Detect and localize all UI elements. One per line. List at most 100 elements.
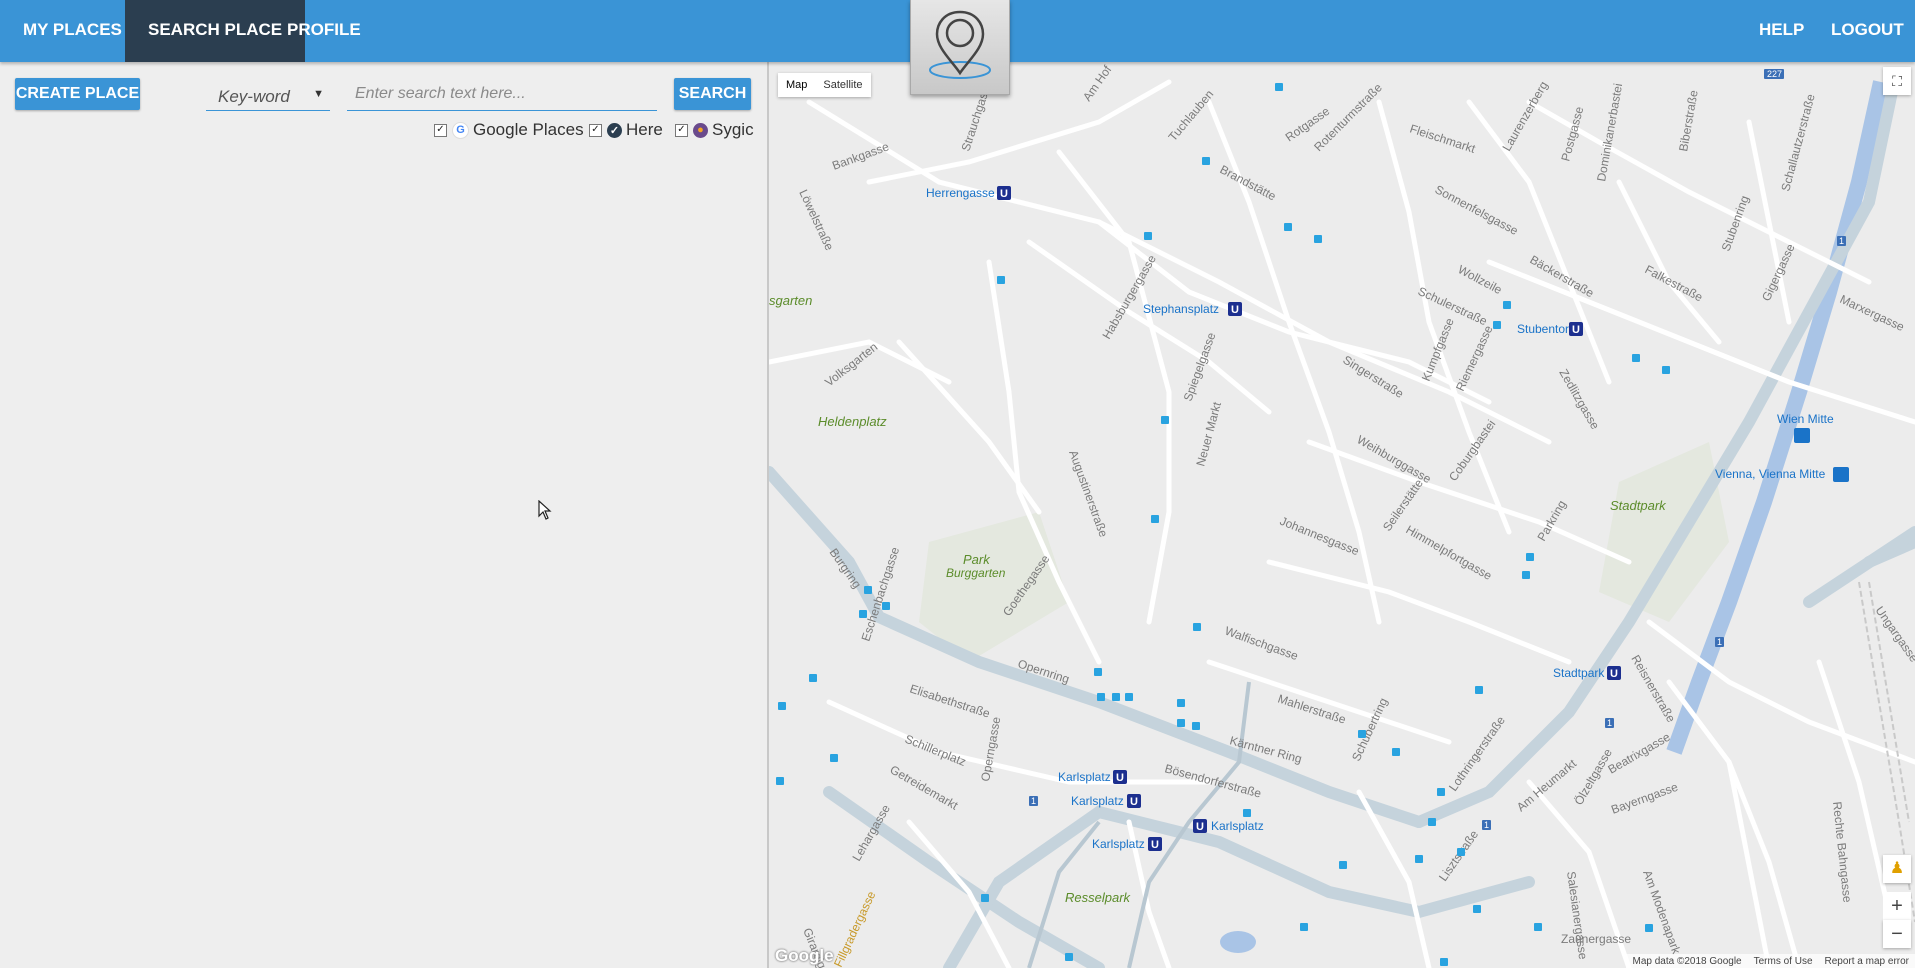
map-type-satellite-button[interactable]: Satellite bbox=[815, 73, 870, 97]
source-here[interactable]: ✓ ✓ Here bbox=[589, 120, 663, 140]
street-label: Falkestraße bbox=[1643, 262, 1706, 304]
street-label: Am Modenapark bbox=[1640, 868, 1684, 956]
search-input[interactable] bbox=[347, 77, 657, 111]
street-label: Zaunergasse bbox=[1561, 932, 1631, 946]
google-places-checkbox[interactable]: ✓ bbox=[434, 123, 447, 137]
google-icon: G bbox=[452, 121, 469, 139]
nav-logout[interactable]: LOGOUT bbox=[1808, 0, 1915, 62]
street-label: Operngasse bbox=[978, 715, 1003, 782]
map-canvas[interactable]: Bankgasse Strauchgasse Am Hof Tuchlauben… bbox=[769, 62, 1915, 968]
dropdown-caret-icon: ▼ bbox=[313, 88, 324, 100]
app-logo[interactable] bbox=[910, 0, 1010, 95]
street-label: Elisabethstraße bbox=[908, 682, 992, 721]
svg-text:1: 1 bbox=[1717, 637, 1722, 647]
park-label: Heldenplatz bbox=[818, 414, 887, 429]
station-label: Karlsplatz bbox=[1211, 819, 1264, 833]
street-label: Seilerstätte bbox=[1380, 476, 1426, 533]
park-label: sgarten bbox=[769, 293, 812, 308]
subway-badge: U bbox=[1151, 839, 1159, 851]
street-label: Salesianergasse bbox=[1564, 870, 1590, 960]
street-label: Marxergasse bbox=[1838, 292, 1907, 334]
street-label: Riemergasse bbox=[1453, 323, 1496, 393]
street-label: Schubertring bbox=[1349, 696, 1390, 764]
street-label: Reisnerstraße bbox=[1628, 653, 1678, 726]
street-label: Walfischgasse bbox=[1223, 624, 1300, 664]
nav-profile[interactable]: PROFILE bbox=[264, 0, 384, 62]
station-label: Karlsplatz bbox=[1071, 794, 1124, 808]
street-label: Dominikanerbastei bbox=[1594, 82, 1625, 182]
station-label: Stubentor bbox=[1517, 322, 1569, 336]
street-label: Schillerplatz bbox=[903, 732, 968, 769]
google-logo: Google bbox=[775, 946, 834, 965]
sygic-checkbox[interactable]: ✓ bbox=[675, 123, 688, 137]
here-icon: ✓ bbox=[607, 122, 622, 138]
source-label: Here bbox=[626, 120, 663, 139]
street-label: Kumpfgasse bbox=[1419, 316, 1457, 383]
street-label: Beatrixgasse bbox=[1606, 730, 1673, 777]
park-label: Park bbox=[963, 552, 991, 567]
street-label: Biberstraße bbox=[1676, 89, 1701, 153]
zoom-in-button[interactable]: + bbox=[1883, 892, 1911, 921]
search-button[interactable]: SEARCH bbox=[674, 78, 751, 110]
street-label: Zedlitzgasse bbox=[1556, 367, 1602, 433]
street-label: Rechte Bahngasse bbox=[1830, 801, 1855, 904]
subway-badge: U bbox=[1000, 188, 1008, 200]
street-label: Sonnenfelsgasse bbox=[1433, 182, 1521, 238]
search-mode-select[interactable]: Key-word ▼ bbox=[206, 77, 330, 111]
subway-badge: U bbox=[1116, 772, 1124, 784]
street-label: Augustinerstraße bbox=[1066, 448, 1111, 539]
station-label: Karlsplatz bbox=[1092, 837, 1145, 851]
pegman-icon[interactable]: ♟ bbox=[1883, 855, 1911, 883]
street-label: Getreidemarkt bbox=[888, 762, 961, 812]
street-label: Ungargasse bbox=[1873, 604, 1915, 665]
street-label: Coburgbastei bbox=[1446, 417, 1498, 484]
street-label: Tuchlauben bbox=[1166, 87, 1217, 144]
park-labels: Heldenplatz Park Burggarten Stadtpark Re… bbox=[769, 293, 1667, 905]
map-pin-icon bbox=[929, 10, 991, 79]
street-label: Schallautzerstraße bbox=[1778, 92, 1818, 193]
street-label: Fillgradergasse bbox=[831, 889, 878, 968]
station-label: Herrengasse bbox=[926, 186, 995, 200]
fullscreen-icon[interactable]: ⛶ bbox=[1883, 67, 1911, 95]
park-label: Resselpark bbox=[1065, 890, 1132, 905]
svg-text:1: 1 bbox=[1839, 236, 1844, 246]
station-label: Vienna, Vienna Mitte bbox=[1715, 467, 1826, 481]
search-mode-value: Key-word bbox=[218, 87, 290, 106]
create-place-button[interactable]: CREATE PLACE bbox=[15, 78, 140, 110]
report-error-link[interactable]: Report a map error bbox=[1819, 956, 1915, 967]
station-label: Stadtpark bbox=[1553, 666, 1605, 680]
search-panel: CREATE PLACE Key-word ▼ SEARCH ✓ G Googl… bbox=[0, 62, 769, 968]
street-label: Ölzeltgasse bbox=[1571, 746, 1615, 808]
subway-badge: U bbox=[1196, 821, 1204, 833]
source-sygic[interactable]: ✓ ● Sygic bbox=[675, 120, 754, 140]
station-label: Stephansplatz bbox=[1143, 302, 1219, 316]
subway-badge: U bbox=[1231, 304, 1239, 316]
map-type-map-button[interactable]: Map bbox=[778, 73, 815, 97]
park-label: Stadtpark bbox=[1610, 498, 1667, 513]
resselpark-pond bbox=[1220, 931, 1256, 953]
street-label: Am Hof bbox=[1080, 62, 1115, 103]
source-google-places[interactable]: ✓ G Google Places bbox=[434, 120, 584, 140]
map-type-control: Map Satellite bbox=[778, 73, 871, 97]
street-label: Gigergasse bbox=[1759, 241, 1798, 303]
street-label: Bankgasse bbox=[830, 139, 891, 173]
street-label: Johannesgasse bbox=[1278, 514, 1361, 559]
map-data-credit: Map data ©2018 Google bbox=[1632, 955, 1742, 967]
zoom-out-button[interactable]: − bbox=[1883, 920, 1911, 948]
sygic-icon: ● bbox=[693, 122, 708, 138]
map-view[interactable]: Bankgasse Strauchgasse Am Hof Tuchlauben… bbox=[769, 62, 1915, 968]
park-label: Burggarten bbox=[946, 566, 1006, 580]
svg-text:1: 1 bbox=[1607, 718, 1612, 728]
street-label: Neuer Markt bbox=[1193, 400, 1224, 468]
nav-my-places[interactable]: MY PLACES bbox=[0, 0, 145, 62]
subway-badge: U bbox=[1610, 668, 1618, 680]
stadtpark-area bbox=[1599, 442, 1729, 622]
street-label: Fleischmarkt bbox=[1408, 122, 1478, 157]
subway-badge: U bbox=[1572, 324, 1580, 336]
source-label: Google Places bbox=[473, 120, 584, 139]
terms-link[interactable]: Terms of Use bbox=[1748, 956, 1819, 967]
street-label: Laurenzerberg bbox=[1499, 79, 1550, 154]
street-label: Himmelpfortgasse bbox=[1404, 522, 1495, 583]
train-icon bbox=[1833, 467, 1849, 482]
here-checkbox[interactable]: ✓ bbox=[589, 123, 602, 137]
